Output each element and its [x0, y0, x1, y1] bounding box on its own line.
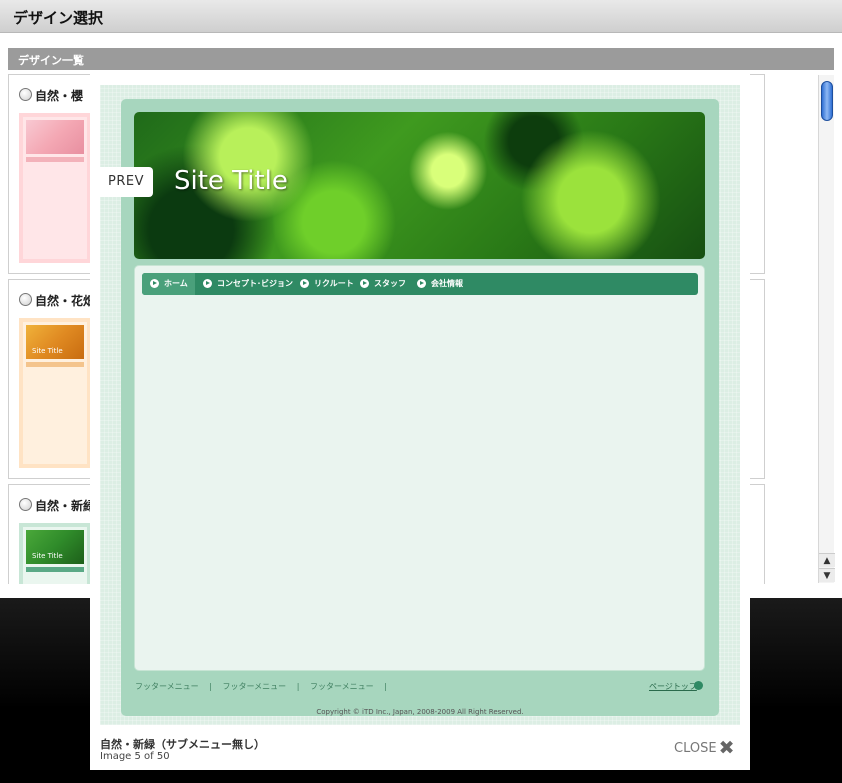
design-thumbnail[interactable]: Site Title — [19, 523, 91, 584]
scroll-down-arrow[interactable]: ▼ — [819, 568, 835, 582]
thumbnail-header: Site Title — [26, 325, 84, 359]
preview-nav-item-home: ホーム — [142, 273, 195, 295]
design-name: 自然・新緑 — [35, 499, 96, 513]
close-icon: ✖ — [718, 737, 735, 759]
nav-label: コンセプト･ビジョン — [217, 279, 293, 288]
page-header: デザイン選択 — [0, 0, 842, 33]
footer-separator: | — [296, 682, 300, 691]
preview-content-area: ホーム コンセプト･ビジョン リクルート スタッフ 会社情報 — [134, 265, 705, 671]
nav-label: 会社情報 — [431, 279, 463, 288]
scroll-up-arrow[interactable]: ▲ — [819, 553, 835, 567]
design-name: 自然・櫻 — [35, 89, 84, 103]
scrollbar-thumb[interactable] — [821, 81, 833, 121]
thumbnail-nav — [26, 567, 84, 572]
arrow-circle-icon — [360, 279, 369, 288]
arrow-circle-icon — [150, 279, 159, 288]
lightbox-caption-title: 自然・新緑（サブメニュー無し） — [100, 738, 265, 751]
design-preview-image: Site Title ホーム コンセプト･ビジョン リクルート スタッフ 会社情… — [100, 85, 740, 725]
preview-navbar: ホーム コンセプト･ビジョン リクルート スタッフ 会社情報 — [142, 273, 698, 295]
design-radio[interactable] — [19, 88, 32, 101]
nav-label: ホーム — [164, 279, 188, 288]
preview-footer-links: フッターメニュー | フッターメニュー | フッターメニュー | — [135, 681, 395, 692]
footer-link: フッターメニュー — [135, 682, 199, 691]
lightbox: Site Title ホーム コンセプト･ビジョン リクルート スタッフ 会社情… — [90, 70, 750, 770]
thumbnail-header — [26, 120, 84, 154]
section-header: デザイン一覧 — [8, 48, 834, 70]
design-radio[interactable] — [19, 293, 32, 306]
thumbnail-nav — [26, 157, 84, 162]
thumbnail-site-title: Site Title — [32, 347, 63, 355]
lightbox-image-count: Image 5 of 50 — [100, 751, 170, 762]
footer-separator: | — [209, 682, 212, 691]
design-radio[interactable] — [19, 498, 32, 511]
arrow-circle-icon — [417, 279, 426, 288]
preview-copyright: Copyright © iTD Inc., Japan, 2008-2009 A… — [316, 708, 524, 716]
nav-label: リクルート — [314, 279, 354, 288]
lightbox-close-button[interactable]: CLOSE ✖ — [674, 737, 734, 759]
footer-link: フッターメニュー — [309, 682, 374, 691]
preview-nav-item-staff: スタッフ — [352, 273, 406, 295]
footer-separator: | — [384, 682, 387, 691]
preview-frame: Site Title ホーム コンセプト･ビジョン リクルート スタッフ 会社情… — [121, 99, 719, 716]
footer-link: フッターメニュー — [222, 682, 287, 691]
thumbnail-nav — [26, 362, 84, 367]
preview-hero-image: Site Title — [134, 112, 705, 259]
up-arrow-icon — [694, 681, 703, 690]
preview-site-title: Site Title — [174, 166, 288, 196]
arrow-circle-icon — [203, 279, 212, 288]
preview-nav-item-company: 会社情報 — [409, 273, 463, 295]
thumbnail-header: Site Title — [26, 530, 84, 564]
page-title: デザイン選択 — [13, 9, 104, 27]
design-name: 自然・花畑 — [35, 294, 96, 308]
nav-label: スタッフ — [374, 279, 406, 288]
preview-pagetop-link: ページトップ — [649, 682, 697, 691]
section-title: デザイン一覧 — [18, 54, 84, 67]
close-label: CLOSE — [674, 741, 717, 756]
arrow-circle-icon — [300, 279, 309, 288]
thumbnail-site-title: Site Title — [32, 552, 63, 560]
list-scrollbar[interactable]: ▲ ▼ — [818, 75, 835, 583]
design-thumbnail[interactable] — [19, 113, 91, 263]
preview-nav-item-concept: コンセプト･ビジョン — [195, 273, 293, 295]
lightbox-prev-button[interactable]: PREV — [99, 167, 153, 197]
preview-nav-item-recruit: リクルート — [292, 273, 354, 295]
design-thumbnail[interactable]: Site Title — [19, 318, 91, 468]
